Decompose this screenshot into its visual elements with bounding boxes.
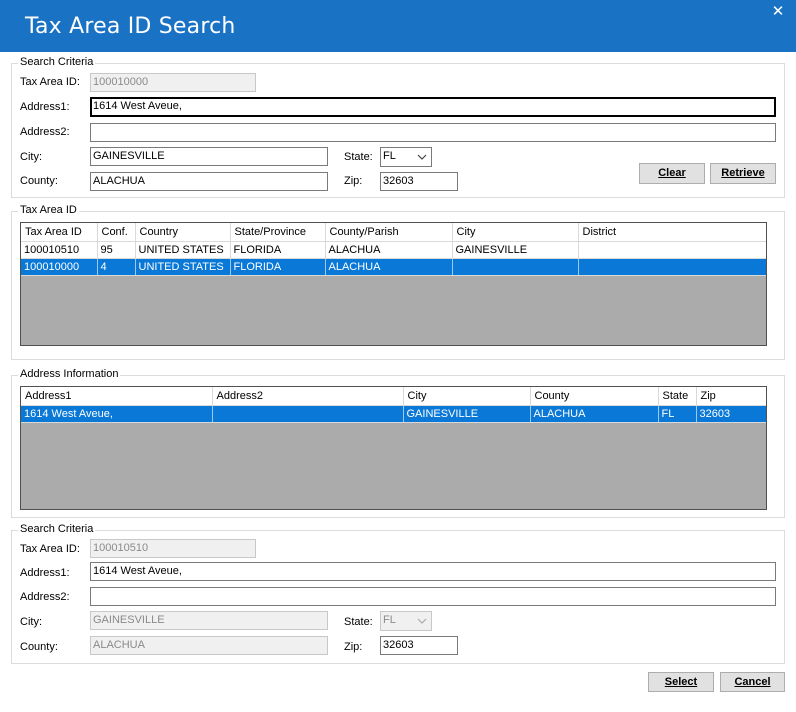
grid-header: Tax Area ID Conf. Country State/Province… [21, 223, 766, 242]
table-cell: ALACHUA [325, 241, 453, 259]
retrieve-button[interactable]: Retrieve [710, 163, 776, 184]
group-legend: Tax Area ID [18, 204, 79, 216]
table-cell: ALACHUA [530, 405, 659, 423]
zip-field[interactable]: 32603 [380, 172, 458, 191]
table-cell: 1614 West Aveue, [21, 405, 213, 423]
address1-field[interactable]: 1614 West Aveue, [90, 97, 776, 117]
group-legend: Address Information [18, 368, 121, 380]
city-label: City: [20, 616, 42, 628]
clear-button[interactable]: Clear [639, 163, 705, 184]
state-select[interactable]: FL [380, 147, 432, 167]
table-cell: ALACHUA [325, 258, 453, 276]
column-header[interactable]: City [403, 387, 531, 406]
column-header[interactable]: Conf. [97, 223, 136, 242]
county-label: County: [20, 641, 58, 653]
address2-label: Address2: [20, 126, 70, 138]
zip-field[interactable]: 32603 [380, 636, 458, 655]
address2-field[interactable] [90, 123, 776, 142]
column-header[interactable]: Country [135, 223, 231, 242]
table-cell [212, 405, 404, 423]
address2-field[interactable] [90, 587, 776, 606]
state-select[interactable]: FL [380, 611, 432, 631]
table-cell: GAINESVILLE [452, 241, 579, 259]
table-cell [578, 258, 766, 276]
address1-label: Address1: [20, 567, 70, 579]
group-legend: Search Criteria [18, 56, 96, 68]
tax-area-id-grid[interactable]: Tax Area ID Conf. Country State/Province… [20, 222, 767, 346]
chevron-down-icon [417, 618, 427, 624]
tax-area-id-label: Tax Area ID: [20, 76, 80, 88]
table-row[interactable]: 100010510 95 UNITED STATES FLORIDA ALACH… [21, 241, 766, 259]
group-legend: Search Criteria [18, 523, 96, 535]
table-cell: FLORIDA [230, 241, 326, 259]
table-cell [578, 241, 766, 259]
table-cell: UNITED STATES [135, 241, 231, 259]
column-header[interactable]: Address2 [212, 387, 404, 406]
table-cell: GAINESVILLE [403, 405, 531, 423]
table-cell: 100010000 [21, 258, 98, 276]
county-field[interactable]: ALACHUA [90, 636, 328, 655]
county-label: County: [20, 175, 58, 187]
column-header[interactable]: Address1 [21, 387, 213, 406]
column-header[interactable]: County/Parish [325, 223, 453, 242]
tax-area-id-field[interactable]: 100010510 [90, 539, 256, 558]
window-title: Tax Area ID Search [25, 14, 236, 39]
close-icon[interactable]: ✕ [770, 4, 786, 20]
state-value: FL [383, 614, 396, 626]
address-information-grid[interactable]: Address1 Address2 City County State Zip … [20, 386, 767, 510]
column-header[interactable]: City [452, 223, 579, 242]
column-header[interactable]: County [530, 387, 659, 406]
city-field[interactable]: GAINESVILLE [90, 611, 328, 630]
table-row-selected[interactable]: 100010000 4 UNITED STATES FLORIDA ALACHU… [21, 258, 766, 276]
chevron-down-icon [417, 154, 427, 160]
table-row-selected[interactable]: 1614 West Aveue, GAINESVILLE ALACHUA FL … [21, 405, 766, 423]
grid-header: Address1 Address2 City County State Zip [21, 387, 766, 406]
column-header[interactable]: District [578, 223, 766, 242]
column-header[interactable]: State/Province [230, 223, 326, 242]
address2-label: Address2: [20, 591, 70, 603]
state-label: State: [344, 616, 373, 628]
address1-field[interactable]: 1614 West Aveue, [90, 562, 776, 581]
zip-label: Zip: [344, 175, 363, 187]
select-button[interactable]: Select [648, 672, 714, 692]
column-header[interactable]: Tax Area ID [21, 223, 98, 242]
zip-label: Zip: [344, 641, 363, 653]
state-value: FL [383, 150, 396, 162]
address1-label: Address1: [20, 101, 70, 113]
table-cell: FLORIDA [230, 258, 326, 276]
table-cell: UNITED STATES [135, 258, 231, 276]
table-cell: 100010510 [21, 241, 98, 259]
column-header[interactable]: State [658, 387, 697, 406]
table-cell: 4 [97, 258, 136, 276]
table-cell: FL [658, 405, 697, 423]
city-field[interactable]: GAINESVILLE [90, 147, 328, 166]
city-label: City: [20, 151, 42, 163]
table-cell: 95 [97, 241, 136, 259]
tax-area-id-label: Tax Area ID: [20, 543, 80, 555]
column-header[interactable]: Zip [696, 387, 766, 406]
county-field[interactable]: ALACHUA [90, 172, 328, 191]
state-label: State: [344, 151, 373, 163]
tax-area-id-field[interactable]: 100010000 [90, 73, 256, 92]
cancel-button[interactable]: Cancel [720, 672, 785, 692]
table-cell: 32603 [696, 405, 766, 423]
table-cell [452, 258, 579, 276]
title-bar: Tax Area ID Search ✕ [0, 0, 796, 52]
